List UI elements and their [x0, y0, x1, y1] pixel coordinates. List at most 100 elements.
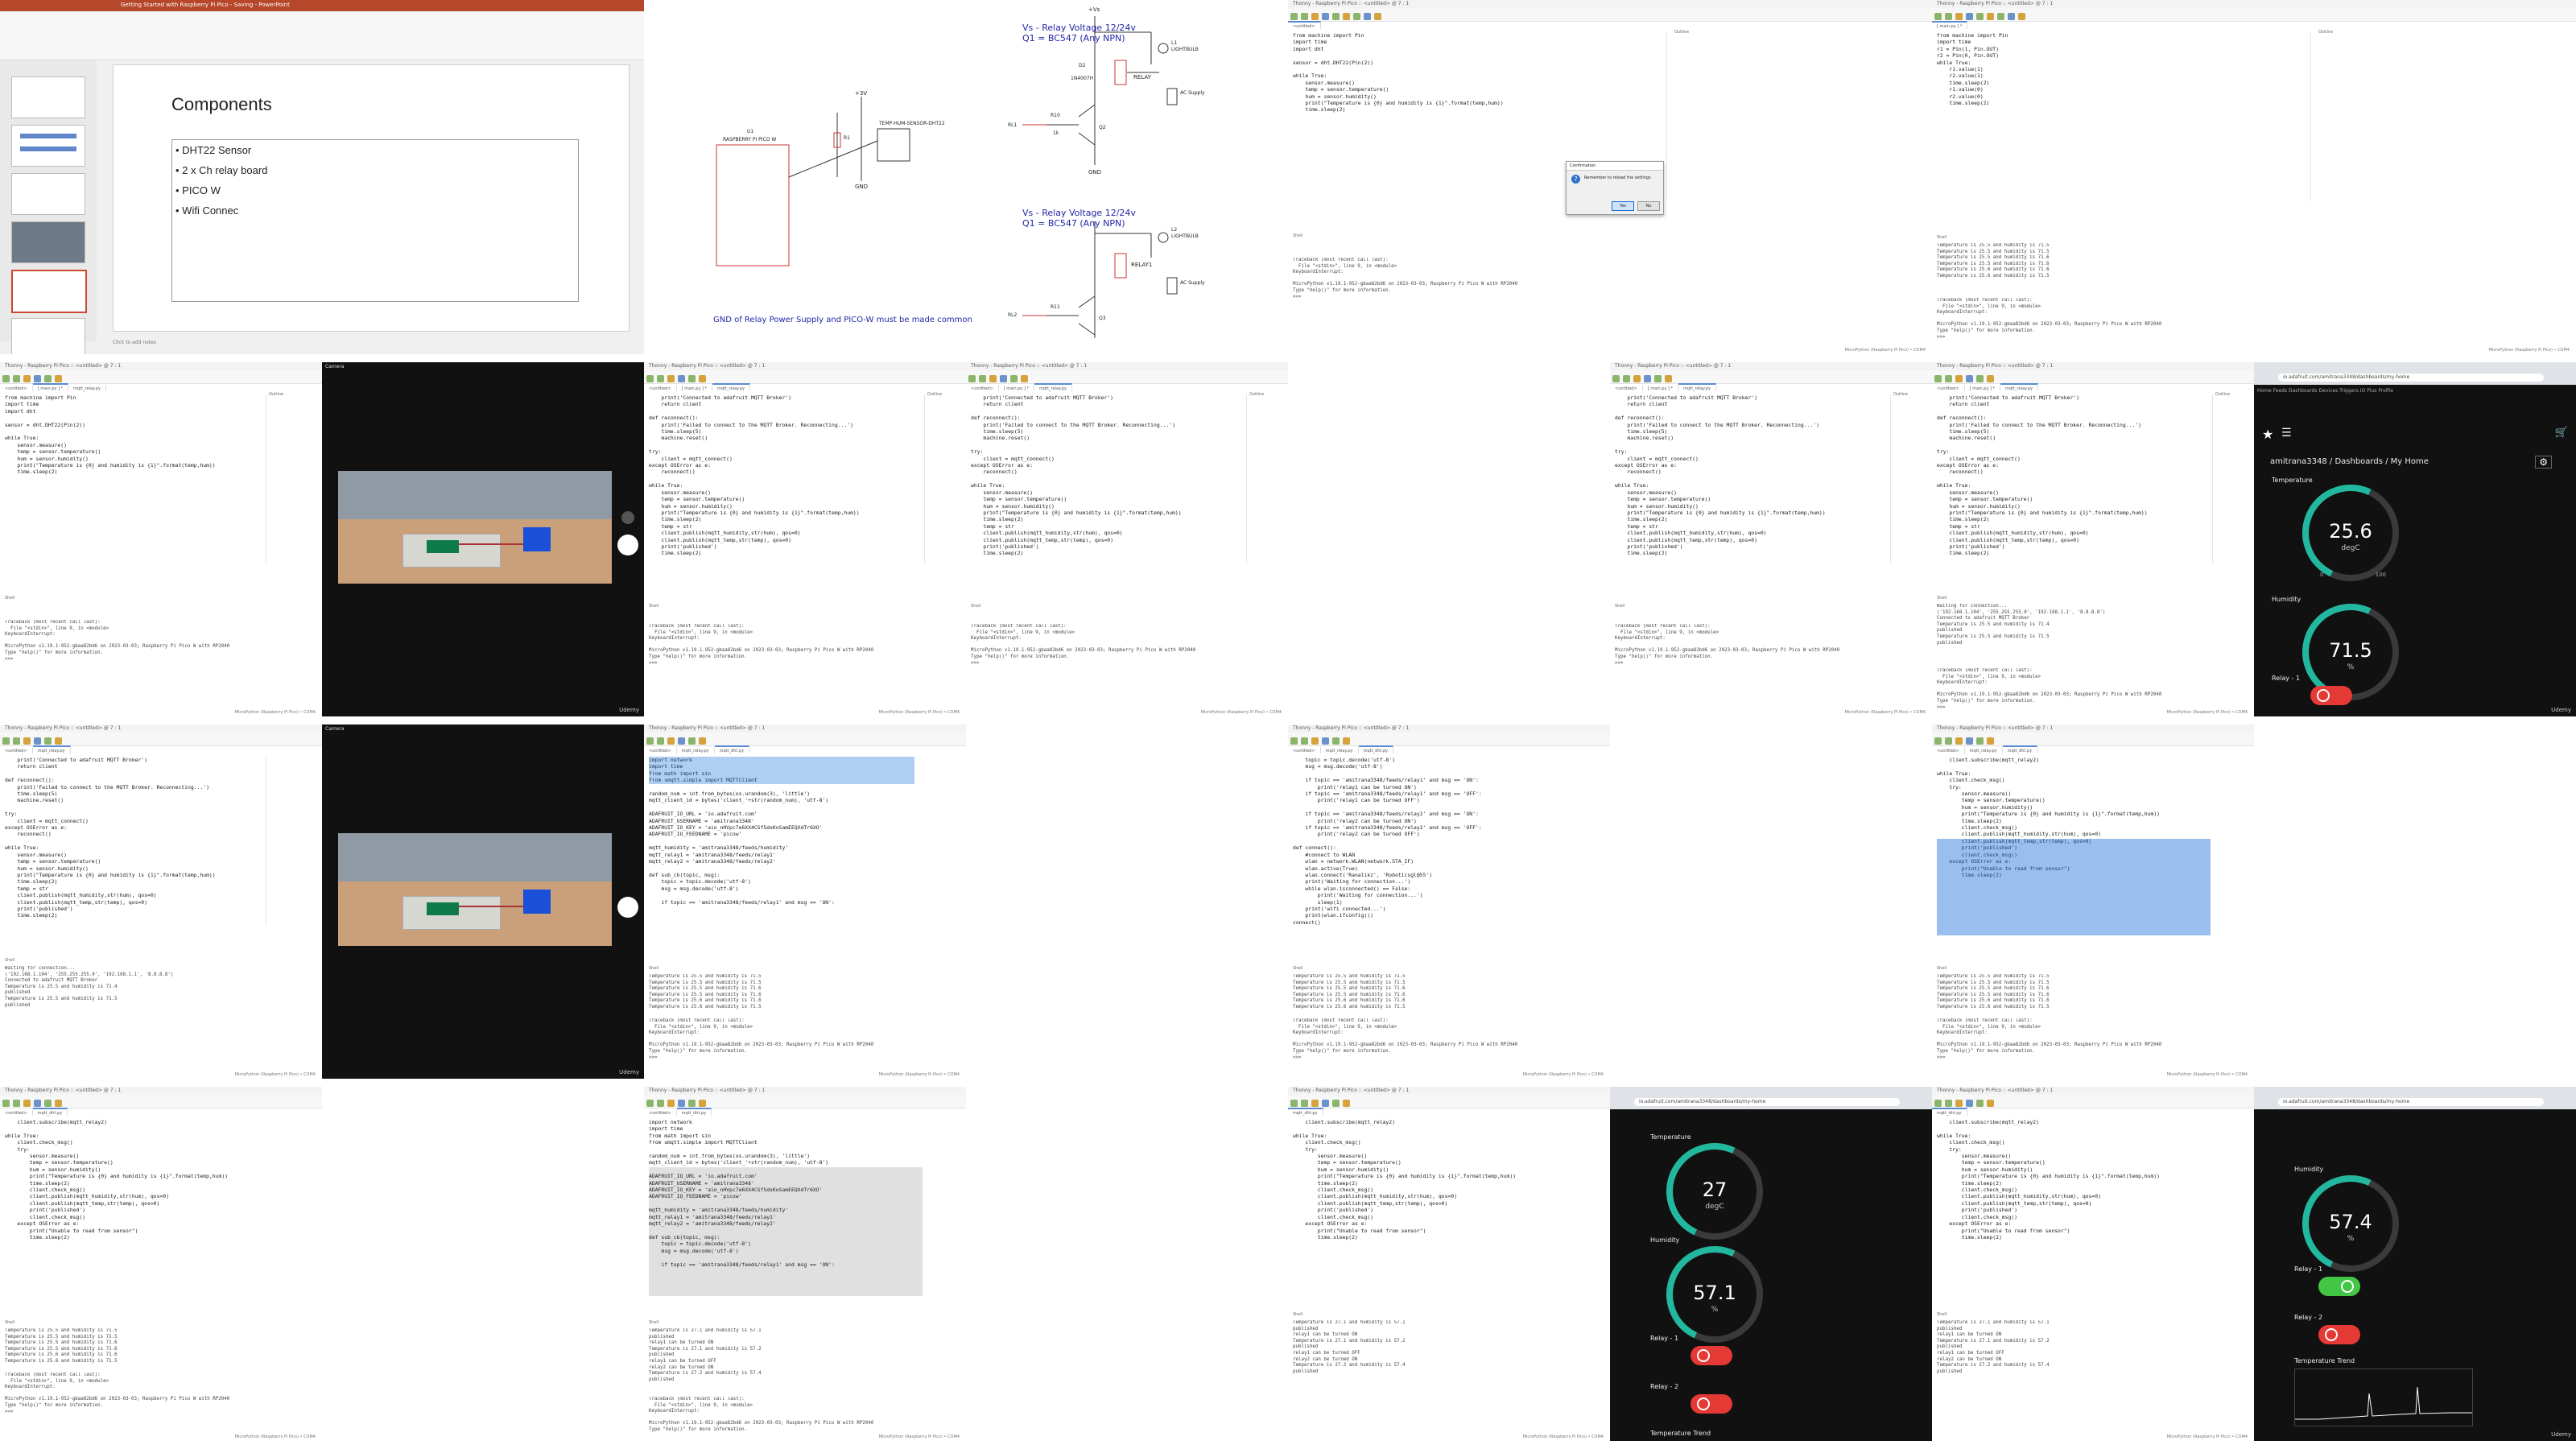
- address-bar[interactable]: io.adafruit.com/amitrana3348/dashboards/…: [2278, 1098, 2544, 1106]
- slide-title[interactable]: Components: [171, 94, 272, 115]
- thonny-toolbar[interactable]: [1932, 370, 2254, 384]
- menu-icon[interactable]: ☰: [2281, 427, 2292, 440]
- thonny-tabs[interactable]: <untitled>[ main.py ] * mqtt_relay.py: [966, 383, 1288, 391]
- thonny-toolbar[interactable]: [644, 733, 966, 746]
- code-editor[interactable]: client.subscribe(mqtt_relay2) while True…: [1937, 1119, 2202, 1288]
- relay1-toggle[interactable]: [2318, 1277, 2360, 1296]
- slide-thumb-4[interactable]: [11, 221, 85, 263]
- code-editor[interactable]: topic = topic.decode('utf-8') msg = msg.…: [1293, 757, 1567, 926]
- slide-thumb-6[interactable]: [11, 318, 85, 354]
- shutter-button[interactable]: [617, 535, 638, 555]
- thonny-toolbar[interactable]: [1610, 370, 1932, 384]
- shell-output[interactable]: Temperature is 25.5 and humidity is 71.5…: [649, 974, 923, 1014]
- shutter-button[interactable]: [617, 897, 638, 918]
- code-editor[interactable]: print('Connected to adafruit MQTT Broker…: [5, 757, 262, 926]
- current-slide[interactable]: Components • DHT22 Sensor • 2 x Ch relay…: [113, 64, 630, 332]
- adafruit-dashboard-1: io.adafruit.com/amitrana3348/dashboards/…: [2254, 362, 2576, 716]
- thonny-tabs[interactable]: <untitled> mqtt_relay.py mqtt_dht.py: [1288, 745, 1610, 753]
- thonny-tabs[interactable]: <untitled>[ main.py ] * mqtt_relay.py: [1932, 383, 2254, 391]
- shell-traceback[interactable]: Traceback (most recent call last): File …: [1293, 1018, 1567, 1067]
- shell-output[interactable]: Traceback (most recent call last): File …: [5, 620, 262, 700]
- thonny-tabs[interactable]: mqtt_dht.py: [1288, 1108, 1610, 1116]
- site-nav[interactable]: Home Feeds Dashboards Devices Triggers I…: [2257, 388, 2393, 394]
- slide-thumb-1[interactable]: [11, 76, 85, 118]
- star-icon[interactable]: ★: [2262, 427, 2273, 442]
- code-editor[interactable]: import network import time from math imp…: [649, 1119, 923, 1288]
- thonny-tabs[interactable]: <untitled> mqtt_relay.py mqtt_dht.py: [1932, 745, 2254, 753]
- thonny-tabs[interactable]: <untitled> mqtt_dht.py: [0, 1108, 322, 1116]
- dialog-no-button[interactable]: No: [1637, 201, 1660, 211]
- shell-output[interactable]: Temperature is 25.5 and humidity is 71.5…: [1293, 974, 1567, 1014]
- shell-traceback[interactable]: Traceback (most recent call last): File …: [1937, 1018, 2211, 1067]
- thonny-toolbar[interactable]: [1288, 1095, 1610, 1108]
- shell-output[interactable]: Traceback (most recent call last): File …: [649, 624, 923, 704]
- thonny-tabs[interactable]: <untitled>[ main.py ] * mqtt_relay.py: [0, 383, 322, 391]
- code-editor[interactable]: client.subscribe(mqtt_relay2) while True…: [5, 1119, 270, 1288]
- thonny-tabs[interactable]: <untitled>[ main.py ] * mqtt_relay.py: [644, 383, 966, 391]
- shell-output[interactable]: Traceback (most recent call last): File …: [1293, 258, 1583, 338]
- shell-output[interactable]: Waiting for connection... ('192.168.1.10…: [5, 966, 262, 1046]
- gear-icon[interactable]: ⚙: [2535, 456, 2552, 469]
- dialog-yes-button[interactable]: Yes: [1612, 201, 1634, 211]
- thonny-toolbar[interactable]: [1932, 8, 2576, 22]
- thonny-toolbar[interactable]: [1288, 8, 1932, 22]
- thonny-toolbar[interactable]: [1932, 1095, 2254, 1108]
- code-editor[interactable]: print('Connected to adafruit MQTT Broker…: [649, 394, 923, 564]
- shell-title: Shell: [1937, 966, 1947, 971]
- shell-traceback[interactable]: Traceback (most recent call last): File …: [649, 1018, 923, 1067]
- shell-output[interactable]: Traceback (most recent call last): File …: [1615, 624, 1889, 704]
- thonny-toolbar[interactable]: [0, 370, 322, 384]
- camera-mode-icon[interactable]: [621, 511, 634, 524]
- relay2-toggle[interactable]: [2318, 1325, 2360, 1344]
- ppt-ribbon[interactable]: [0, 11, 644, 60]
- shell-output[interactable]: Traceback (most recent call last): File …: [971, 624, 1245, 704]
- code-editor[interactable]: from machine import Pin import time impo…: [1293, 32, 1583, 201]
- slide-bullets[interactable]: • DHT22 Sensor • 2 x Ch relay board • PI…: [171, 139, 579, 302]
- ppt-thumbnail-pane[interactable]: [0, 60, 97, 354]
- shell-output[interactable]: Temperature is 27.1 and humidity is 57.1…: [649, 1328, 923, 1393]
- thonny-tabs[interactable]: <untitled> mqtt_relay.py mqtt_dht.py: [644, 745, 966, 753]
- address-bar[interactable]: io.adafruit.com/amitrana3348/dashboards/…: [1634, 1098, 1900, 1106]
- code-editor[interactable]: client.subscribe(mqtt_relay2) while True…: [1293, 1119, 1567, 1288]
- thonny-toolbar[interactable]: [644, 370, 966, 384]
- code-editor[interactable]: print('Connected to adafruit MQTT Broker…: [1937, 394, 2211, 564]
- ppt-notes-hint[interactable]: Click to add notes: [113, 340, 156, 345]
- thonny-tabs[interactable]: mqtt_dht.py: [1932, 1108, 2254, 1116]
- shell-traceback[interactable]: Traceback (most recent call last): File …: [1937, 668, 2211, 712]
- shell-output[interactable]: Temperature is 27.1 and humidity is 57.1…: [1293, 1320, 1567, 1433]
- thonny-toolbar[interactable]: [644, 1095, 966, 1108]
- breadcrumb[interactable]: amitrana3348 / Dashboards / My Home: [2270, 457, 2429, 466]
- thonny-tabs[interactable]: [ main.py ] *: [1932, 21, 2576, 29]
- relay1-toggle[interactable]: [1690, 1346, 1732, 1365]
- slide-thumb-2[interactable]: [11, 125, 85, 167]
- thonny-tabs[interactable]: <untitled>: [1288, 21, 1932, 29]
- thonny-toolbar[interactable]: [966, 370, 1288, 384]
- temperature-trend-chart[interactable]: [2294, 1368, 2473, 1426]
- thonny-toolbar[interactable]: [1932, 733, 2254, 746]
- shell-traceback[interactable]: Traceback (most recent call last): File …: [5, 1373, 270, 1429]
- shell-output[interactable]: Temperature is 27.1 and humidity is 57.1…: [1937, 1320, 2202, 1433]
- code-editor[interactable]: print('Connected to adafruit MQTT Broker…: [971, 394, 1245, 564]
- address-bar[interactable]: io.adafruit.com/amitrana3348/dashboards/…: [2278, 374, 2544, 382]
- shell-output[interactable]: Waiting for connection... ('192.168.1.10…: [1937, 604, 2211, 668]
- thonny-toolbar[interactable]: [1288, 733, 1610, 746]
- shell-output[interactable]: Temperature is 25.5 and humidity is 71.5…: [1937, 243, 2227, 287]
- code-editor[interactable]: from machine import Pin import time r1 =…: [1937, 32, 2227, 201]
- shell-traceback[interactable]: Traceback (most recent call last): File …: [649, 1397, 923, 1433]
- humidity-gauge: 57.1 %: [1653, 1232, 1777, 1356]
- thonny-tabs[interactable]: <untitled> mqtt_dht.py: [644, 1108, 966, 1116]
- slide-thumb-5[interactable]: [11, 270, 87, 313]
- thonny-toolbar[interactable]: [0, 733, 322, 746]
- thonny-tabs[interactable]: <untitled>[ main.py ] * mqtt_relay.py: [1610, 383, 1932, 391]
- thonny-tabs[interactable]: <untitled> mqtt_relay.py: [0, 745, 322, 753]
- shell-traceback[interactable]: Traceback (most recent call last): File …: [1937, 298, 2227, 346]
- relay2-toggle[interactable]: [1690, 1394, 1732, 1414]
- code-editor[interactable]: from machine import Pin import time impo…: [5, 394, 262, 564]
- shell-output[interactable]: Temperature is 25.5 and humidity is 71.5…: [1937, 974, 2211, 1014]
- code-editor[interactable]: print('Connected to adafruit MQTT Broker…: [1615, 394, 1889, 564]
- thonny-toolbar[interactable]: [0, 1095, 322, 1108]
- slide-thumb-3[interactable]: [11, 173, 85, 215]
- relay1-toggle[interactable]: [2310, 686, 2352, 705]
- shell-output[interactable]: Temperature is 25.5 and humidity is 71.5…: [5, 1328, 270, 1368]
- cart-icon[interactable]: 🛒: [2555, 427, 2568, 439]
